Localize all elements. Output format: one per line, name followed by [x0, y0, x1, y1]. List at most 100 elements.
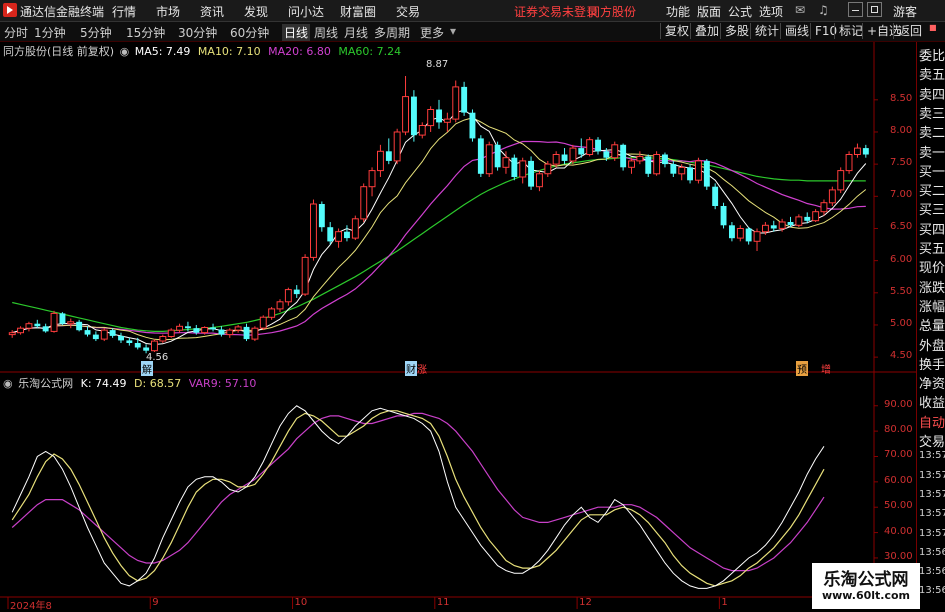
candle-body — [411, 96, 417, 136]
date-tick-label: 12 — [579, 597, 592, 608]
candle-body — [109, 330, 116, 336]
candle-body — [452, 86, 460, 120]
quote-label: 净资 — [919, 377, 945, 393]
quote-label: 卖一 — [919, 145, 945, 161]
candle-body — [76, 321, 83, 331]
chart-title: 同方股份(日线 前复权) — [3, 45, 115, 58]
candle-body — [762, 224, 769, 233]
candle-body — [770, 225, 777, 229]
k-line — [11, 405, 825, 589]
osc-tick-label: 90.00 — [884, 398, 913, 410]
quote-label: 买四 — [919, 222, 945, 238]
candle-body — [318, 204, 325, 228]
candle-body — [218, 329, 225, 335]
candle-body — [695, 160, 702, 181]
quote-label: 外盘 — [919, 338, 945, 354]
candle-body — [595, 139, 601, 152]
ma5-line — [12, 109, 867, 346]
candle-body — [159, 336, 167, 342]
quote-label: 委比 — [919, 49, 945, 64]
candle-body — [461, 86, 468, 113]
candle-body — [167, 329, 175, 338]
quote-label: 现价 — [919, 261, 945, 277]
candle-body — [268, 308, 276, 318]
price-tick-label: 6.00 — [890, 253, 913, 265]
osc-tick-label: 80.00 — [884, 424, 913, 436]
quote-label: 卖三 — [919, 106, 945, 122]
quote-label[interactable]: 自动 — [919, 412, 945, 431]
candle-body — [620, 144, 627, 168]
candle-body — [418, 125, 426, 136]
osc-tick-label: 30.00 — [884, 550, 913, 562]
high-price-label: 8.87 — [426, 59, 449, 70]
candle-body — [469, 112, 476, 139]
trade-time: 13:57 — [919, 488, 945, 500]
candle-body — [193, 328, 200, 333]
candle-body — [59, 313, 66, 324]
candle-body — [385, 151, 392, 161]
candle-body — [100, 329, 108, 340]
quote-label: 总量 — [919, 319, 945, 335]
candle-body — [703, 160, 710, 187]
osc-tick-label: 60.00 — [884, 474, 913, 486]
osc-tick-label: 40.00 — [884, 525, 913, 537]
candle-body — [687, 167, 693, 181]
var9-line — [11, 412, 825, 572]
event-marker-jie[interactable]: 解 — [141, 361, 153, 376]
candle-body — [34, 323, 41, 327]
quote-label[interactable]: 交易 — [919, 431, 945, 450]
watermark-url: www.60lt.com — [821, 589, 911, 602]
quote-panel: 委比 卖五 卖四 卖三 卖二 卖一 买一 买二 买三 买四 买五 现价 涨跌 涨幅 总量 外盘 换手 净资 收益 自动… — [916, 42, 945, 609]
candle-body — [259, 316, 267, 329]
candle-body — [552, 154, 560, 165]
candle-body — [25, 323, 33, 329]
candle-body — [276, 301, 284, 310]
watermark-title: 乐淘公式网 — [823, 570, 909, 590]
candle-body — [92, 334, 99, 340]
candle-body — [485, 144, 493, 175]
candle-body — [753, 231, 761, 242]
candle-body — [795, 216, 803, 226]
trade-time: 13:56 — [919, 546, 945, 558]
candle-body — [653, 154, 661, 175]
price-tick-label: 6.50 — [890, 221, 913, 233]
quote-label: 卖二 — [919, 126, 945, 142]
price-tick-label: 7.50 — [890, 157, 913, 169]
legend-toggle-icon[interactable]: ◉ — [120, 45, 130, 58]
candle-body — [544, 163, 552, 175]
candle-body — [293, 289, 300, 295]
candle-body — [645, 156, 652, 174]
candle-body — [185, 326, 191, 329]
k-value: K: 74.49 — [80, 377, 127, 390]
candle-body — [67, 321, 75, 325]
sub-legend: ◉ 乐淘公式网 K: 74.49 D: 68.57 VAR9: 57.10 — [3, 375, 256, 391]
trade-time: 13:57 — [919, 527, 945, 539]
candle-body — [443, 118, 451, 123]
candle-body — [393, 131, 401, 162]
candle-body — [284, 289, 292, 303]
candle-body — [845, 154, 853, 172]
quote-label: 买二 — [919, 184, 945, 200]
date-tick-label: 10 — [294, 597, 308, 608]
event-marker-yu[interactable]: 预 — [796, 361, 808, 376]
candle-body — [729, 225, 735, 239]
event-marker-zhang[interactable]: 涨 — [416, 361, 428, 376]
candle-body — [84, 330, 91, 335]
price-tick-label: 8.00 — [890, 124, 913, 136]
sub-legend-toggle-icon[interactable]: ◉ — [3, 377, 13, 390]
quote-label: 换手 — [919, 357, 945, 373]
candle-body — [143, 347, 150, 351]
quote-label: 涨跌 — [919, 280, 945, 296]
candle-body — [210, 327, 216, 330]
candle-body — [812, 211, 820, 222]
quote-label: 收益 — [919, 396, 945, 412]
candle-body — [436, 109, 442, 123]
candle-body — [344, 231, 350, 239]
date-tick-label: 2024年8 — [10, 601, 52, 612]
candle-body — [351, 218, 359, 239]
event-marker-zeng[interactable]: 增 — [820, 361, 832, 376]
candle-body — [118, 335, 124, 341]
candle-body — [578, 148, 585, 155]
candle-body — [586, 139, 594, 155]
kline-chart[interactable] — [0, 0, 945, 609]
